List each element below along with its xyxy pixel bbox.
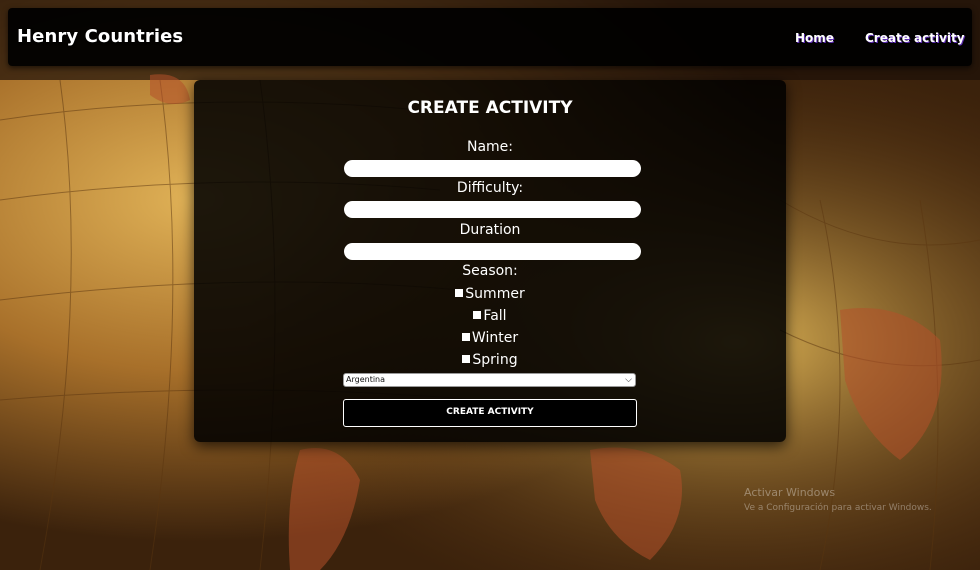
winter-checkbox[interactable]: [461, 333, 470, 341]
nav-link-home[interactable]: Home: [795, 31, 834, 45]
chevron-down-icon: ⌵: [625, 375, 632, 385]
windows-activation-text: Ve a Configuración para activar Windows.: [744, 503, 932, 513]
season-option-fall: Fall: [194, 308, 786, 324]
country-select-value: Argentina: [346, 375, 386, 384]
season-option-summer: Summer: [194, 286, 786, 302]
duration-input[interactable]: [344, 243, 641, 260]
spring-checkbox[interactable]: [462, 355, 471, 363]
country-select[interactable]: Argentina ⌵: [343, 373, 636, 387]
summer-checkbox[interactable]: [455, 289, 464, 297]
difficulty-label: Difficulty:: [456, 180, 524, 196]
summer-label: Summer: [465, 286, 525, 302]
create-activity-button[interactable]: CREATE ACTIVITY: [343, 399, 637, 427]
windows-activation-title: Activar Windows: [744, 486, 836, 499]
brand-title[interactable]: Henry Countries: [17, 26, 183, 47]
season-option-spring: Spring: [194, 352, 786, 368]
spring-label: Spring: [472, 352, 518, 368]
name-label: Name:: [466, 139, 514, 155]
difficulty-input[interactable]: [344, 201, 641, 218]
nav-link-create-activity[interactable]: Create activity: [865, 31, 965, 45]
form-title: CREATE ACTIVITY: [407, 98, 573, 118]
fall-label: Fall: [483, 308, 507, 324]
season-option-winter: Winter: [194, 330, 786, 346]
fall-checkbox[interactable]: [473, 311, 482, 319]
navbar: Henry Countries Home Create activity: [8, 8, 972, 66]
winter-label: Winter: [471, 330, 519, 346]
duration-label: Duration: [459, 222, 521, 238]
name-input[interactable]: [344, 160, 641, 177]
create-activity-form: CREATE ACTIVITY Name: Difficulty: Durati…: [194, 80, 786, 442]
season-label: Season:: [462, 263, 518, 279]
